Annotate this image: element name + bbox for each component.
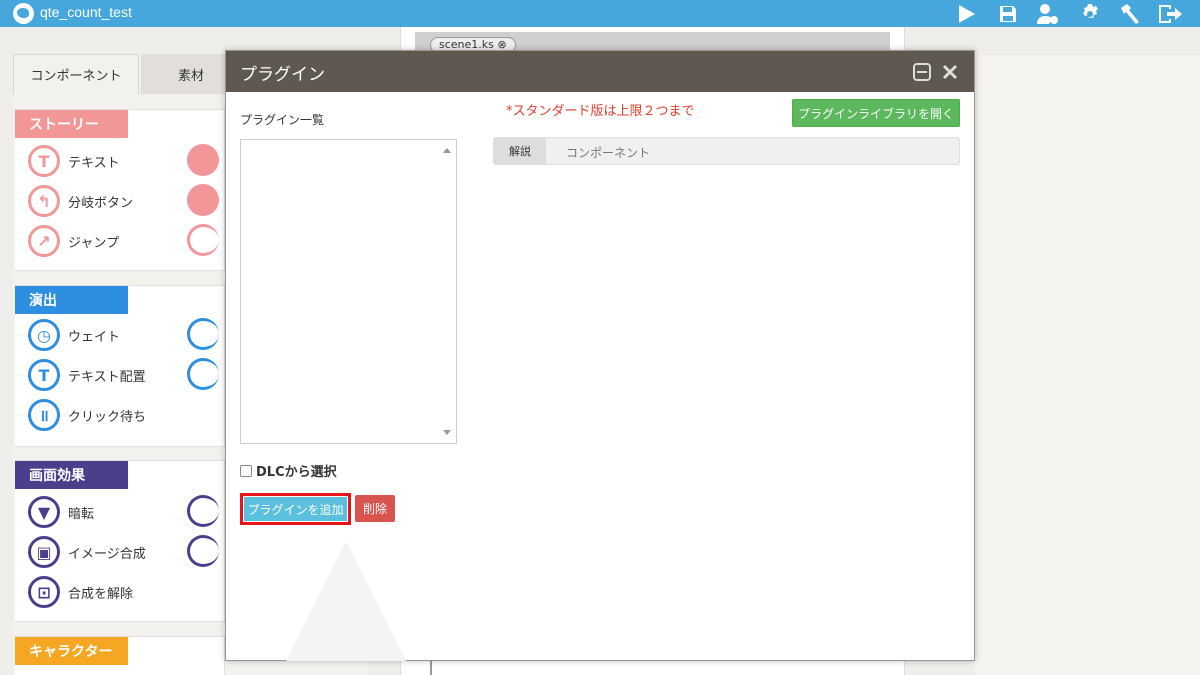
tab-description[interactable]: 解説 <box>494 138 546 164</box>
component-label: テキスト配置 <box>68 369 146 385</box>
component-remove-composite[interactable]: ⊡ 合成を解除 <box>28 575 133 609</box>
dialog-title: プラグイン <box>240 65 325 85</box>
section-story: ストーリー T テキスト ↰ 分岐ボタン ↗ ジャンプ <box>15 109 225 271</box>
text-style-icon[interactable] <box>187 358 219 390</box>
dlc-checkbox[interactable] <box>240 464 252 477</box>
add-plugin-button[interactable]: プラグインを追加 <box>244 497 347 521</box>
section-effects: 演出 ◷ ウェイト T テキスト配置 ॥ クリック待ち <box>15 285 225 447</box>
component-label: テキスト <box>68 155 120 171</box>
hammer-icon[interactable] <box>1115 0 1145 27</box>
branch-icon: ↰ <box>28 185 60 217</box>
description-component-label: コンポーネント <box>566 146 651 160</box>
plugin-dialog: プラグイン プラグイン一覧 *スタンダード版は上限２つまで プラグインライブラリ… <box>225 50 975 661</box>
app-title: qte_count_test <box>40 4 132 20</box>
section-title: キャラクター <box>15 637 128 665</box>
jump-icon: ↗ <box>28 225 60 257</box>
right-panel <box>975 55 1200 675</box>
text-position-icon: T <box>28 359 60 391</box>
component-label: クリック待ち <box>68 409 147 425</box>
minimize-icon[interactable] <box>912 62 932 82</box>
component-text[interactable]: T テキスト <box>28 144 120 178</box>
plugin-list[interactable] <box>240 139 457 444</box>
gear-icon[interactable] <box>1075 0 1105 27</box>
section-title: 画面効果 <box>15 461 128 489</box>
dlc-label[interactable]: DLCから選択 <box>256 461 337 480</box>
user-settings-icon[interactable] <box>1033 0 1063 27</box>
component-wait[interactable]: ◷ ウェイト <box>28 318 120 352</box>
image-icon: ▣ <box>28 536 60 568</box>
component-label: イメージ合成 <box>68 546 146 562</box>
remove-composite-icon: ⊡ <box>28 576 60 608</box>
component-click-wait[interactable]: ॥ クリック待ち <box>28 398 146 432</box>
component-label: 暗転 <box>68 506 95 522</box>
scroll-down-icon[interactable] <box>443 430 451 435</box>
component-label: ウェイト <box>68 329 121 345</box>
section-screen-effects: 画面効果 ▼ 暗転 ▣ イメージ合成 ⊡ 合成を解除 <box>15 460 225 622</box>
clock-icon: ◷ <box>28 319 60 351</box>
delete-button[interactable]: 削除 <box>355 495 395 522</box>
app-logo-icon <box>13 3 34 24</box>
shake-icon[interactable] <box>187 318 219 350</box>
blackout-icon: ▼ <box>28 496 60 528</box>
pause-icon: ॥ <box>28 399 60 431</box>
description-bar: 解説 コンポーネント <box>493 137 960 165</box>
component-text-position[interactable]: T テキスト配置 <box>28 358 146 392</box>
component-image-composite[interactable]: ▣ イメージ合成 <box>28 535 146 569</box>
component-label: 合成を解除 <box>68 586 134 602</box>
return-icon[interactable] <box>187 144 219 176</box>
open-plugin-library-button[interactable]: プラグインライブラリを開く <box>792 99 960 127</box>
dlc-row: DLCから選択 <box>240 461 337 480</box>
top-bar: qte_count_test <box>0 0 1200 27</box>
fade-icon[interactable] <box>187 495 219 527</box>
component-label: ジャンプ <box>68 235 119 251</box>
component-jump[interactable]: ↗ ジャンプ <box>28 224 119 258</box>
add-plugin-button-highlight: プラグインを追加 <box>240 493 351 525</box>
section-character: キャラクター <box>15 636 225 675</box>
scroll-up-icon[interactable] <box>443 148 451 153</box>
plugin-list-label: プラグイン一覧 <box>240 113 325 127</box>
save-icon[interactable] <box>993 0 1023 27</box>
watermark-shape <box>286 541 406 661</box>
window-icon[interactable] <box>187 224 219 256</box>
limit-note: *スタンダード版は上限２つまで <box>506 104 695 119</box>
component-blackout[interactable]: ▼ 暗転 <box>28 495 94 529</box>
component-branch-button[interactable]: ↰ 分岐ボタン <box>28 184 133 218</box>
section-title: ストーリー <box>15 110 128 138</box>
flag-icon[interactable] <box>187 184 219 216</box>
play-icon[interactable] <box>951 0 981 27</box>
close-icon[interactable] <box>940 62 960 82</box>
text-icon: T <box>28 145 60 177</box>
exit-icon[interactable] <box>1155 0 1185 27</box>
component-label: 分岐ボタン <box>68 195 134 211</box>
dialog-header: プラグイン <box>226 51 974 92</box>
tab-components[interactable]: コンポーネント <box>13 54 139 94</box>
section-title: 演出 <box>15 286 128 314</box>
movie-icon[interactable] <box>187 535 219 567</box>
